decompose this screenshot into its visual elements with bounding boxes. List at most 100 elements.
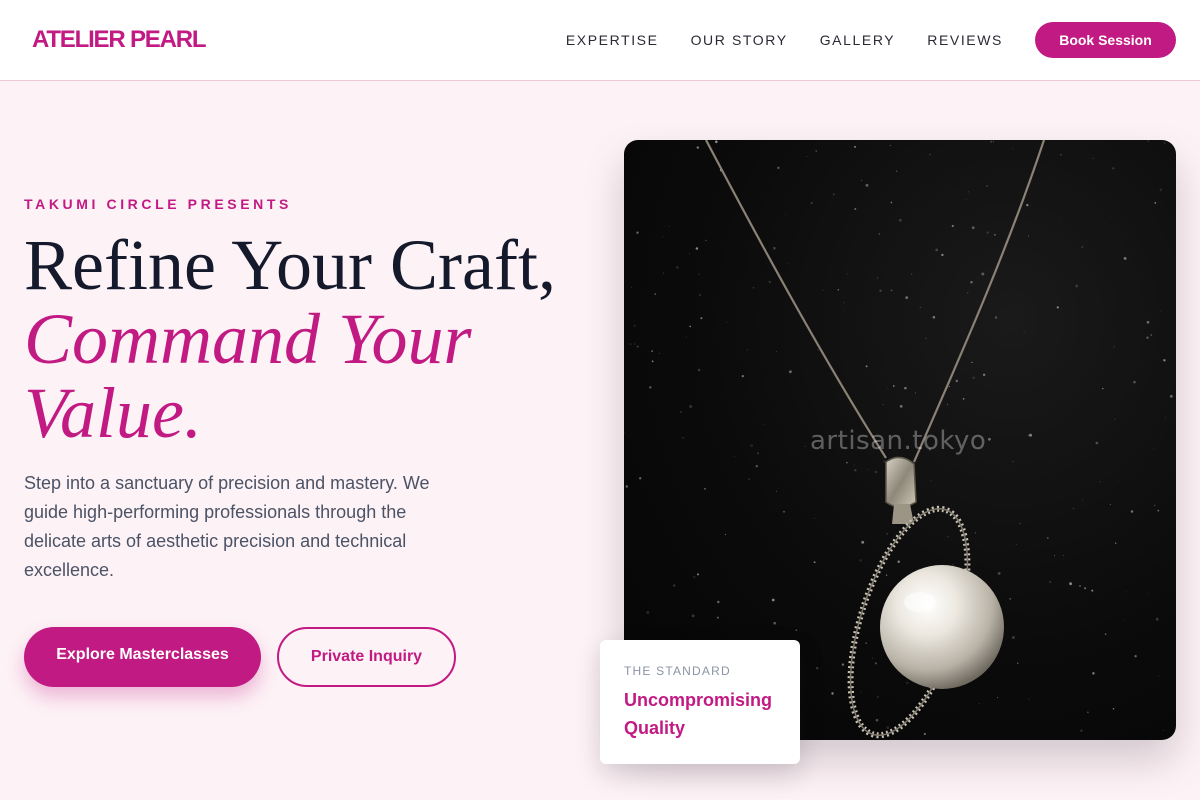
sparkle: [658, 352, 660, 354]
sparkle: [1125, 591, 1127, 593]
sparkle: [757, 452, 759, 455]
sparkle: [859, 559, 862, 562]
sparkle: [775, 350, 778, 353]
sparkle: [932, 315, 936, 319]
sparkle: [965, 199, 967, 201]
sparkle: [860, 691, 862, 693]
sparkle: [691, 614, 695, 618]
sparkle: [746, 349, 748, 351]
sparkle: [1114, 418, 1116, 420]
sparkle: [904, 386, 907, 390]
sparkle: [929, 153, 931, 156]
sparkle: [814, 517, 815, 519]
sparkle: [1060, 153, 1062, 156]
sparkle: [759, 592, 761, 594]
sparkle: [861, 540, 865, 544]
sparkle: [935, 248, 939, 252]
sparkle: [1054, 555, 1056, 557]
sparkle: [714, 140, 718, 144]
sparkle: [741, 374, 744, 378]
private-inquiry-button[interactable]: Private Inquiry: [277, 627, 456, 687]
sparkle: [941, 253, 944, 257]
sparkle: [777, 166, 780, 170]
sparkle: [1056, 306, 1059, 309]
sparkle: [905, 296, 909, 299]
sparkle: [1029, 433, 1032, 437]
nav-link-expertise[interactable]: EXPERTISE: [566, 32, 659, 48]
sparkle: [705, 239, 707, 242]
sparkle: [1169, 394, 1173, 398]
sparkle: [874, 470, 878, 474]
sparkle: [1109, 217, 1111, 218]
sparkle: [919, 306, 922, 309]
chain-right: [912, 140, 1046, 463]
sparkle: [651, 350, 653, 352]
sparkle: [1153, 448, 1154, 450]
sparkle: [1016, 662, 1019, 664]
card-title: Uncompromising Quality: [624, 690, 773, 738]
standard-card: THE STANDARD Uncompromising Quality: [600, 640, 800, 764]
sparkle: [633, 324, 636, 327]
sparkle: [668, 225, 670, 227]
sparkle: [785, 213, 787, 215]
sparkle: [970, 280, 973, 284]
sparkle: [946, 404, 948, 406]
sparkle: [846, 461, 848, 464]
pearl-highlight: [904, 592, 936, 612]
sparkle: [832, 193, 835, 196]
sparkle: [883, 460, 886, 463]
book-session-button[interactable]: Book Session: [1035, 22, 1176, 58]
sparkle: [704, 487, 706, 490]
sparkle: [874, 662, 877, 665]
sparkle: [882, 403, 884, 406]
sparkle: [698, 273, 700, 276]
sparkle: [639, 477, 642, 480]
sparkle: [923, 732, 926, 736]
sparkle: [1130, 510, 1134, 513]
main-nav: EXPERTISE OUR STORY GALLERY REVIEWS Book…: [566, 22, 1176, 58]
sparkle: [1123, 620, 1125, 621]
sparkle: [760, 429, 762, 431]
nav-link-our-story[interactable]: OUR STORY: [691, 32, 788, 48]
sparkle: [696, 573, 700, 576]
sparkle: [911, 273, 913, 275]
sparkle: [885, 574, 888, 576]
image-watermark: artisan.tokyo: [810, 426, 987, 456]
nav-link-reviews[interactable]: REVIEWS: [927, 32, 1003, 48]
sparkle: [1087, 711, 1089, 714]
sparkle: [773, 621, 776, 625]
sparkle: [771, 598, 775, 602]
sparkle: [636, 231, 639, 234]
sparkle: [1134, 655, 1137, 658]
sparkle: [1062, 555, 1064, 556]
sparkle: [890, 289, 893, 292]
explore-masterclasses-button[interactable]: Explore Masterclasses: [24, 627, 261, 687]
hero-title-line: Refine Your Craft,: [24, 225, 556, 305]
brand-logo[interactable]: ATELIER PEARL: [32, 26, 206, 54]
sparkle: [915, 705, 916, 707]
sparkle: [1161, 246, 1163, 248]
sparkle: [750, 444, 754, 448]
sparkle: [1157, 675, 1159, 677]
sparkle: [748, 478, 751, 481]
sparkle: [890, 201, 893, 204]
sparkle: [986, 231, 989, 234]
sparkle: [990, 140, 993, 143]
sparkle: [984, 144, 986, 145]
nav-link-gallery[interactable]: GALLERY: [820, 32, 896, 48]
sparkle: [636, 345, 639, 348]
sparkle: [773, 246, 776, 250]
sparkle: [892, 385, 895, 387]
sparkle: [1147, 140, 1150, 142]
hero-description: Step into a sanctuary of precision and m…: [24, 473, 430, 580]
sparkle: [955, 379, 959, 383]
sparkle: [692, 575, 696, 579]
sparkle: [1083, 587, 1087, 590]
sparkle: [1159, 188, 1163, 192]
sparkle: [817, 349, 819, 351]
sparkle: [1079, 584, 1081, 587]
sparkle: [905, 681, 909, 685]
sparkle: [993, 233, 996, 236]
sparkle: [842, 301, 845, 304]
sparkle: [813, 561, 816, 564]
